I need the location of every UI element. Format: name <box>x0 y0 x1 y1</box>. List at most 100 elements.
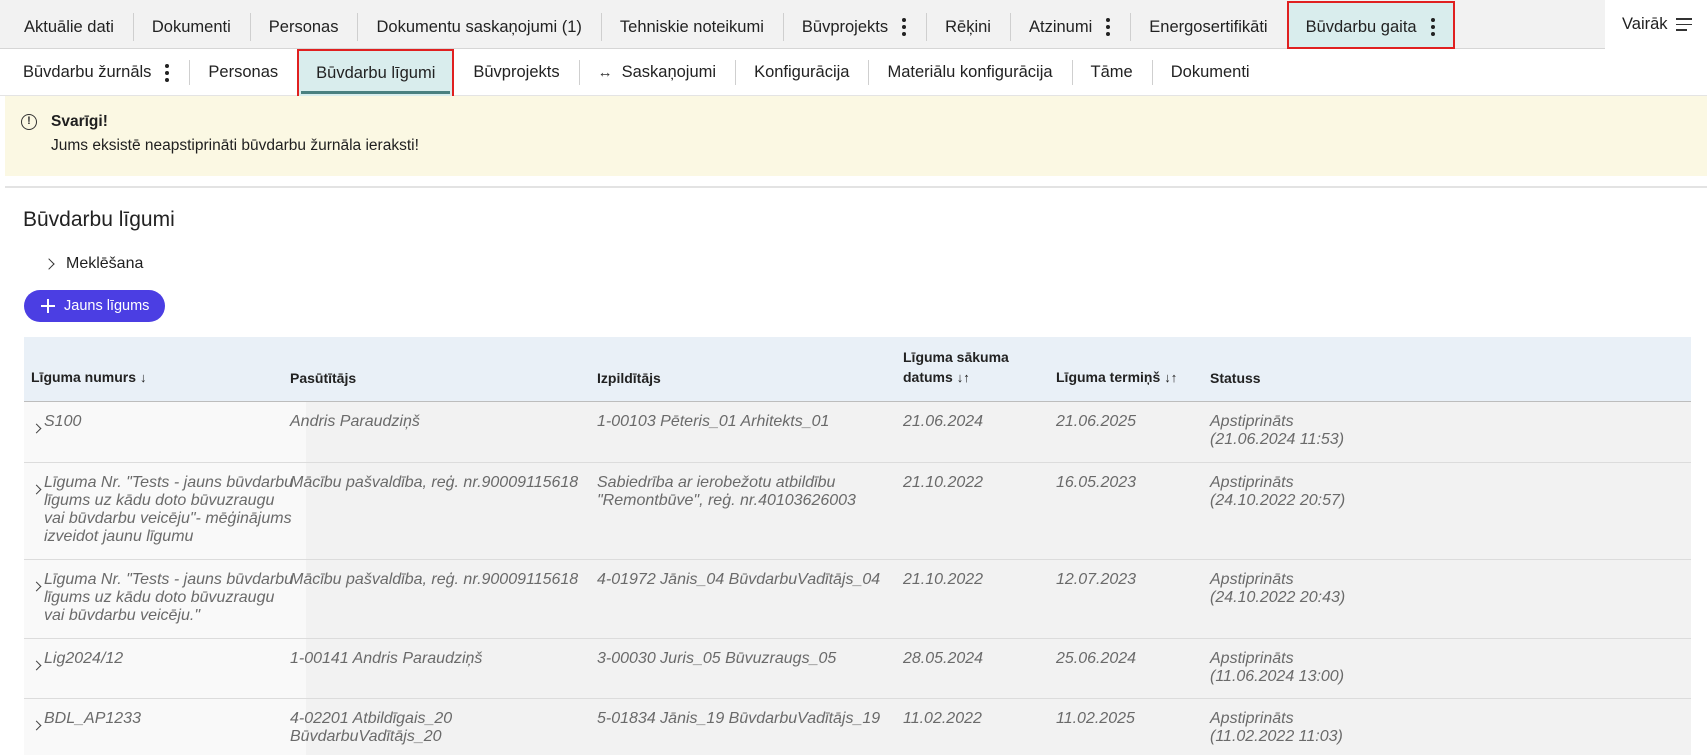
more-vertical-icon[interactable] <box>165 63 170 82</box>
subtab-label: Būvprojekts <box>473 63 560 81</box>
cell-line: (11.02.2022 11:03) <box>1210 728 1343 745</box>
header-label: Līguma sākuma <box>903 349 1009 365</box>
plus-icon <box>41 299 55 313</box>
left-right-arrow-icon: ↔ <box>597 64 613 81</box>
cell-contract-number: Līguma Nr. "Tests - jauns būvdarbu līgums… <box>44 571 293 625</box>
cell-line: (21.06.2024 11:53) <box>1210 431 1345 448</box>
cell-line: (24.10.2022 20:43) <box>1210 589 1346 606</box>
new-contract-label: Jauns līgums <box>64 298 150 314</box>
divider <box>5 186 1707 188</box>
col-start-date-header[interactable]: Līguma sākuma datums ↓↑ <box>903 347 1009 388</box>
subtab-buvprojekts[interactable]: Būvprojekts <box>454 49 578 96</box>
cell-contract-number: S100 <box>44 413 81 431</box>
cell-line: Mācību pašvaldība, reģ. nr.90009115618 <box>290 474 579 491</box>
cell-contract-number: Līguma Nr. "Tests - jauns būvdarbu līgums… <box>44 474 293 546</box>
tab-personas[interactable]: Personas <box>249 5 358 49</box>
cell-line: Līguma Nr. "Tests - jauns būvdarbu <box>44 571 294 588</box>
new-contract-button[interactable]: Jauns līgums <box>24 290 165 322</box>
cell-contract-number: Lig2024/12 <box>44 650 123 668</box>
tab-dokumenti[interactable]: Dokumenti <box>132 5 250 49</box>
col-customer-header: Pasūtītājs <box>290 370 357 386</box>
cell-status: Apstiprināts (24.10.2022 20:43) <box>1210 571 1345 607</box>
cell-term: 21.06.2025 <box>1056 413 1136 431</box>
subtab-buvdarbu-zurnals[interactable]: Būvdarbu žurnāls <box>4 49 189 96</box>
subtab-buvdarbu-ligumi[interactable]: Būvdarbu līgumi <box>297 49 455 98</box>
tab-dokumentu-saskanojumi[interactable]: Dokumentu saskaņojumi (1) <box>357 5 600 49</box>
table-row[interactable]: Līguma Nr. "Tests - jauns būvdarbu līgums… <box>24 463 1691 560</box>
tab-label: Personas <box>268 17 339 36</box>
tab-aktualie-dati[interactable]: Aktuālie dati <box>5 5 133 49</box>
tab-energosertifikati[interactable]: Energosertifikāti <box>1130 5 1286 49</box>
col-number-header[interactable]: Līguma numurs ↓ <box>31 367 147 388</box>
cell-status: Apstiprināts (11.06.2024 13:00) <box>1210 650 1344 686</box>
subtab-saskanojumi[interactable]: ↔ Saskaņojumi <box>578 49 735 96</box>
cell-status: Apstiprināts (24.10.2022 20:57) <box>1210 474 1345 510</box>
table-row[interactable]: Līguma Nr. "Tests - jauns būvdarbu līgums… <box>24 560 1691 639</box>
cell-line: 21.06.2025 <box>1056 413 1137 430</box>
subtab-label: Būvdarbu žurnāls <box>23 63 152 81</box>
subtab-tame[interactable]: Tāme <box>1071 49 1152 96</box>
tab-buvdarbu-gaita[interactable]: Būvdarbu gaita <box>1286 1 1455 49</box>
cell-line: (24.10.2022 20:57) <box>1210 492 1346 509</box>
subtab-personas[interactable]: Personas <box>189 49 297 96</box>
cell-line: Sabiedrība ar ierobežotu atbildību <box>597 474 836 491</box>
subtab-konfiguracija[interactable]: Konfigurācija <box>735 49 868 96</box>
tab-label: Atzinumi <box>1028 17 1093 36</box>
more-menu-button[interactable]: Vairāk <box>1605 0 1707 49</box>
subtab-dokumenti[interactable]: Dokumenti <box>1151 49 1269 96</box>
search-toggle[interactable]: Meklēšana <box>43 255 143 273</box>
cell-start-date: 21.10.2022 <box>903 571 983 589</box>
sort-icon[interactable]: ↓↑ <box>957 370 970 385</box>
cell-line: 4-01972 Jānis_04 BūvdarbuVadītājs_04 <box>597 571 881 588</box>
cell-start-date: 28.05.2024 <box>903 650 983 668</box>
subtab-label: Būvdarbu līgumi <box>316 64 436 82</box>
table-row[interactable]: Lig2024/12 1-00141 Andris Paraudziņš 3-000… <box>24 639 1691 699</box>
chevron-right-icon <box>43 258 55 270</box>
contracts-table: Līguma numurs ↓ Pasūtītājs Izpildītājs Lī… <box>24 337 1691 755</box>
cell-customer: Mācību pašvaldība, reģ. nr.90009115618 <box>290 474 578 492</box>
first-column-bg <box>24 402 306 462</box>
cell-contractor: 3-00030 Juris_05 Būvuzraugs_05 <box>597 650 836 668</box>
alert-text: Jums eksistē neapstiprināti būvdarbu žur… <box>51 137 419 154</box>
header-label: Līguma numurs <box>31 369 137 385</box>
col-contractor-header: Izpildītājs <box>597 370 661 386</box>
tab-rekini[interactable]: Rēķini <box>926 5 1010 49</box>
subtab-materialu-konfiguracija[interactable]: Materiālu konfigurācija <box>868 49 1071 96</box>
hamburger-icon <box>1675 18 1692 31</box>
sub-tab-bar: Būvdarbu žurnāls Personas Būvdarbu līgum… <box>0 49 1707 98</box>
tab-tehniskie-noteikumi[interactable]: Tehniskie noteikumi <box>600 5 783 49</box>
cell-customer: 4-02201 Atbildīgais_20 BūvdarbuVadītājs_2… <box>290 710 452 746</box>
cell-line: Apstiprināts <box>1210 413 1294 430</box>
cell-line: 25.06.2024 <box>1056 650 1137 667</box>
cell-line: 12.07.2023 <box>1056 571 1137 588</box>
cell-line: Apstiprināts <box>1210 650 1294 667</box>
page-title: Būvdarbu līgumi <box>23 208 175 231</box>
cell-line: Lig2024/12 <box>44 650 124 667</box>
tab-buvprojekts[interactable]: Būvprojekts <box>782 5 926 49</box>
cell-line: "Remontbūve", reģ. nr.40103626003 <box>597 492 856 509</box>
subtab-label: Tāme <box>1090 63 1133 81</box>
cell-line: BūvdarbuVadītājs_20 <box>290 728 442 745</box>
cell-term: 25.06.2024 <box>1056 650 1136 668</box>
table-row[interactable]: S100 Andris Paraudziņš 1-00103 Pēteris_01 … <box>24 402 1691 463</box>
more-vertical-icon[interactable] <box>1430 18 1436 36</box>
tab-label: Aktuālie dati <box>24 17 114 36</box>
important-alert: ! Svarīgi! Jums eksistē neapstiprināti b… <box>5 96 1707 176</box>
tab-label: Rēķini <box>945 17 991 36</box>
cell-line: 3-00030 Juris_05 Būvuzraugs_05 <box>597 650 837 667</box>
more-vertical-icon[interactable] <box>902 18 907 36</box>
cell-line: 11.02.2022 <box>903 710 982 727</box>
cell-customer: Mācību pašvaldība, reģ. nr.90009115618 <box>290 571 578 589</box>
subtab-label: Saskaņojumi <box>621 63 717 81</box>
more-vertical-icon[interactable] <box>1106 18 1111 36</box>
tab-label: Energosertifikāti <box>1149 17 1268 36</box>
sort-icon[interactable]: ↓ <box>140 370 147 385</box>
sort-icon[interactable]: ↓↑ <box>1164 370 1177 385</box>
table-row[interactable]: BDL_AP1233 4-02201 Atbildīgais_20 Būvdarbu… <box>24 699 1691 755</box>
tab-label: Dokumentu saskaņojumi (1) <box>376 17 582 36</box>
cell-line: Mācību pašvaldība, reģ. nr.90009115618 <box>290 571 579 588</box>
tab-atzinumi[interactable]: Atzinumi <box>1009 5 1130 49</box>
col-term-header[interactable]: Līguma termiņš ↓↑ <box>1056 367 1177 388</box>
cell-contractor: 4-01972 Jānis_04 BūvdarbuVadītājs_04 <box>597 571 880 589</box>
exclamation-circle-icon: ! <box>21 114 37 130</box>
